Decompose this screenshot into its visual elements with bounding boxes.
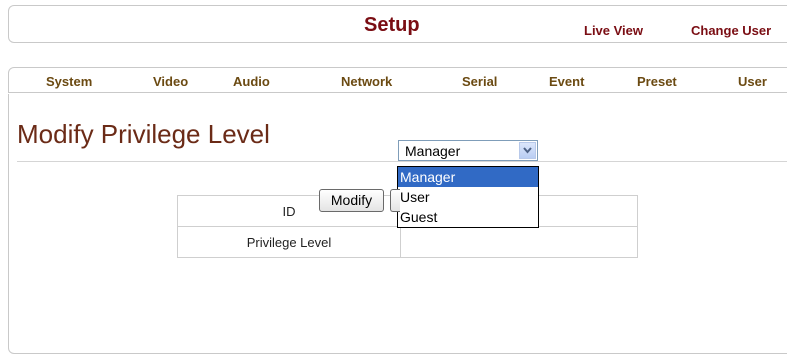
menu-item-event[interactable]: Event — [549, 74, 584, 89]
option-manager[interactable]: Manager — [398, 167, 538, 187]
live-view-link[interactable]: Live View — [584, 23, 643, 38]
option-guest[interactable]: Guest — [398, 207, 538, 227]
hidden-button-edge — [390, 189, 400, 212]
option-user[interactable]: User — [398, 187, 538, 207]
menu-item-preset[interactable]: Preset — [637, 74, 677, 89]
privilege-level-selected-value: Manager — [405, 143, 461, 159]
modify-button[interactable]: Modify — [319, 189, 384, 212]
page-title: Modify Privilege Level — [17, 119, 270, 149]
table-row: Privilege Level — [177, 226, 638, 258]
menu-item-serial[interactable]: Serial — [462, 74, 497, 89]
menu-item-system[interactable]: System — [46, 74, 92, 89]
menu-item-network[interactable]: Network — [341, 74, 392, 89]
menu-item-user[interactable]: User — [738, 74, 767, 89]
menu-item-audio[interactable]: Audio — [233, 74, 270, 89]
menu-item-video[interactable]: Video — [153, 74, 188, 89]
privilege-level-options: Manager User Guest — [397, 166, 539, 228]
change-user-link[interactable]: Change User — [691, 23, 771, 38]
page-section-title: Setup — [364, 14, 420, 36]
privilege-level-select[interactable]: Manager — [398, 140, 538, 161]
privilege-level-label: Privilege Level — [177, 226, 401, 258]
top-header: Setup Live View Change User — [8, 5, 787, 43]
privilege-level-cell — [400, 226, 638, 258]
title-divider — [17, 161, 787, 162]
main-menu: System Video Audio Network Serial Event … — [8, 67, 787, 93]
chevron-down-icon[interactable] — [519, 142, 536, 159]
